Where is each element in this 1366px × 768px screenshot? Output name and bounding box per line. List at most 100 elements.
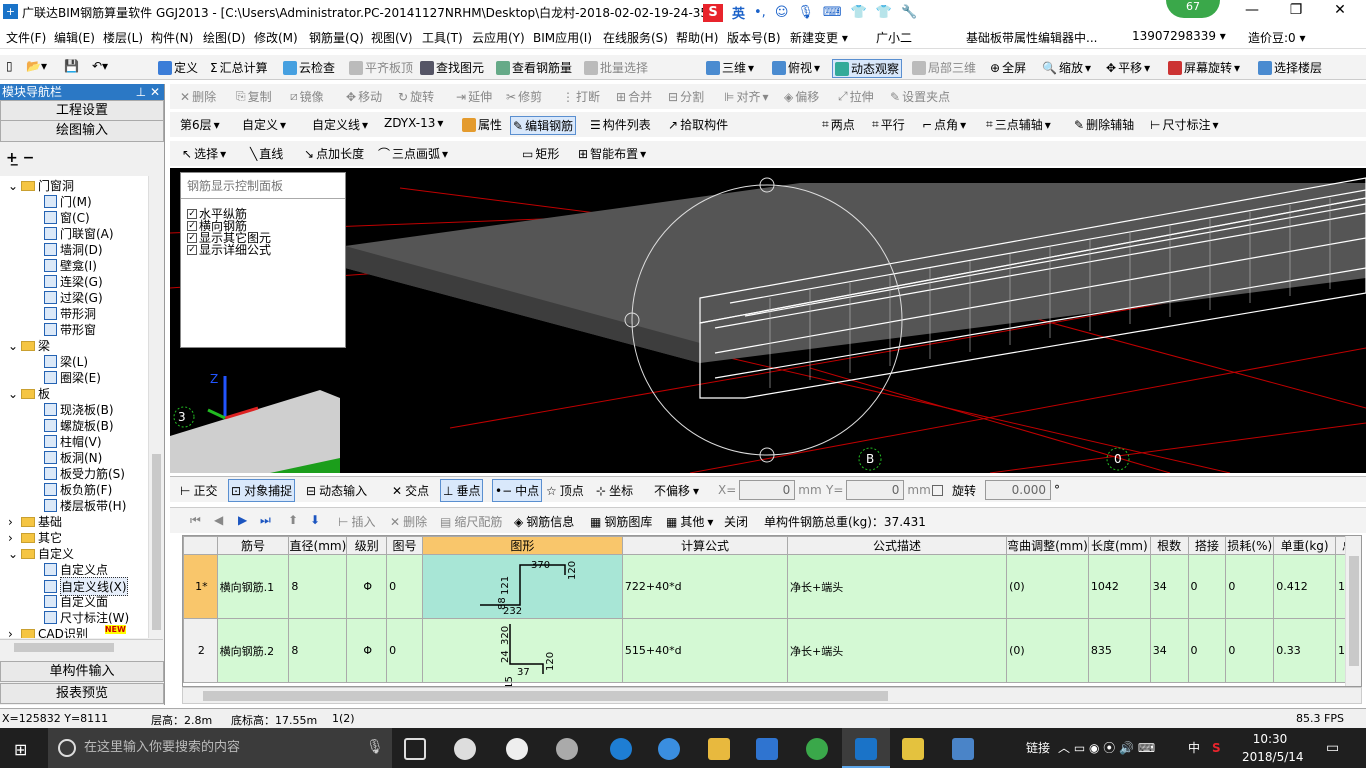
- type-select[interactable]: 自定义 ▾: [242, 116, 286, 133]
- tree-item[interactable]: 带形洞: [44, 305, 96, 322]
- expand-icon[interactable]: ›: [8, 627, 18, 639]
- line-button[interactable]: ╲ 直线: [250, 145, 283, 162]
- task-view-icon[interactable]: [404, 738, 426, 760]
- insert-row-button[interactable]: ⊢ 插入: [338, 513, 375, 530]
- nav-next-icon[interactable]: ▶: [238, 513, 247, 527]
- merge-button[interactable]: ⊞ 合并: [616, 88, 652, 105]
- cell-bar-no[interactable]: 横向钢筋.1: [216, 554, 290, 619]
- cell-formula-desc[interactable]: 净长+端头: [787, 618, 1008, 683]
- cell-length[interactable]: 835: [1087, 618, 1151, 683]
- tree-item[interactable]: 现浇板(B): [44, 401, 114, 418]
- dynamic-input-button[interactable]: ⊟ 动态输入: [306, 482, 367, 499]
- tree-folder[interactable]: ⌄ 板: [8, 385, 50, 402]
- offset-button[interactable]: ◈ 偏移: [784, 88, 819, 105]
- browser-app-icon[interactable]: [556, 738, 578, 760]
- tree-folder[interactable]: › 基础: [8, 513, 62, 530]
- menu-edit[interactable]: 编辑(E): [54, 29, 95, 46]
- project-settings-button[interactable]: 工程设置: [0, 100, 164, 121]
- tree-item[interactable]: 自定义面: [44, 593, 108, 610]
- menu-rebar-qty[interactable]: 钢筋量(Q): [309, 29, 364, 46]
- menu-cloud[interactable]: 云应用(Y): [472, 29, 525, 46]
- nav-first-icon[interactable]: ⏮: [190, 513, 201, 528]
- parallel-axis-button[interactable]: ⌗ 平行: [872, 116, 905, 133]
- move-down-icon[interactable]: ⬇: [310, 513, 320, 527]
- rotate-checkbox[interactable]: [932, 484, 943, 496]
- 3d-viewport[interactable]: Z 3 B 0: [170, 168, 1366, 473]
- align-button[interactable]: ⊫ 对齐 ▾: [724, 88, 769, 105]
- rebar-library-button[interactable]: ▦ 钢筋图库: [590, 513, 652, 530]
- fullscreen-button[interactable]: ⊕ 全屏: [990, 59, 1026, 76]
- cell-bend-adjust[interactable]: (0): [1006, 554, 1089, 619]
- tree-item[interactable]: 门(M): [44, 193, 92, 210]
- tree-item[interactable]: 楼层板带(H): [44, 497, 126, 514]
- save-icon[interactable]: 💾: [64, 59, 79, 73]
- menu-bim[interactable]: BIM应用(I): [533, 29, 592, 46]
- three-point-arc-button[interactable]: ⌒ 三点画弧 ▾: [378, 145, 448, 162]
- notifications-icon[interactable]: ▭: [1326, 728, 1339, 768]
- extend-button[interactable]: ⇥ 延伸: [456, 88, 492, 105]
- ortho-button[interactable]: ⊢ 正交: [180, 482, 217, 499]
- tree-item[interactable]: 板洞(N): [44, 449, 102, 466]
- collapse-icon[interactable]: ⌄: [8, 387, 18, 401]
- col-figure-no[interactable]: 图号: [386, 536, 423, 555]
- col-formula-desc[interactable]: 公式描述: [787, 536, 1008, 555]
- stretch-button[interactable]: ⤢ 拉伸: [838, 88, 874, 105]
- menu-version[interactable]: 版本号(B): [727, 29, 781, 46]
- rotate-input[interactable]: 0.000: [985, 480, 1052, 500]
- tree-item[interactable]: 圈梁(E): [44, 369, 101, 386]
- menu-guangxiaoer[interactable]: 广小二: [876, 29, 912, 46]
- offset-select[interactable]: 不偏移 ▾: [654, 482, 699, 499]
- expand-collapse-icons[interactable]: +̲ −: [6, 150, 34, 166]
- y-input[interactable]: 0: [846, 480, 905, 500]
- tree-item[interactable]: 壁龛(I): [44, 257, 97, 274]
- menu-file[interactable]: 文件(F): [6, 29, 46, 46]
- ime-skin-icon[interactable]: 👕: [851, 5, 867, 20]
- break-button[interactable]: ⋮ 打断: [562, 88, 600, 105]
- screen-rotate-button[interactable]: 屏幕旋转 ▾: [1168, 59, 1240, 76]
- intersection-snap-button[interactable]: ✕ 交点: [392, 482, 429, 499]
- view-rebar-qty-button[interactable]: 查看钢筋量: [496, 59, 572, 76]
- ime-voice-icon[interactable]: 🎙: [797, 5, 814, 20]
- table-row[interactable]: 2 横向钢筋.2 8 Φ 0 320 24 37 120 515+40*d 净长…: [183, 618, 1361, 683]
- ime-keyboard-icon[interactable]: ⌨: [823, 5, 842, 20]
- delete-button[interactable]: ✕ 删除: [180, 88, 216, 105]
- col-shape[interactable]: 图形: [421, 536, 623, 555]
- tree-item[interactable]: 过梁(G): [44, 289, 103, 306]
- collapse-icon[interactable]: ⌄: [8, 179, 18, 193]
- tree-folder[interactable]: › CAD识别 NEW: [8, 625, 126, 638]
- tree-item[interactable]: 柱帽(V): [44, 433, 102, 450]
- component-code-select[interactable]: ZDYX-13 ▾: [384, 116, 443, 130]
- table-vscroll[interactable]: [1345, 536, 1361, 686]
- edit-rebar-button[interactable]: ✎ 编辑钢筋: [510, 116, 577, 135]
- summary-calc-button[interactable]: Σ 汇总计算: [210, 59, 268, 76]
- cell-formula[interactable]: 722+40*d: [621, 554, 789, 619]
- score-badge[interactable]: 67: [1166, 0, 1220, 18]
- three-point-axis-button[interactable]: ⌗ 三点辅轴 ▾: [986, 116, 1051, 133]
- 360-browser-icon[interactable]: [806, 738, 828, 760]
- col-bend-adjust[interactable]: 弯曲调整(mm): [1006, 536, 1089, 555]
- collapse-icon[interactable]: ⌄: [8, 339, 18, 353]
- rotate-button[interactable]: ↻ 旋转: [398, 88, 434, 105]
- cell-unit-weight[interactable]: 0.412: [1273, 554, 1337, 619]
- tree-folder[interactable]: ⌄ 梁: [8, 337, 50, 354]
- ggj-active-task[interactable]: [842, 728, 890, 768]
- cell-loss[interactable]: 0: [1225, 554, 1275, 619]
- nav-pin-close-icon[interactable]: ⊥ ✕: [136, 84, 160, 100]
- ime-lang[interactable]: 英: [732, 3, 745, 22]
- col-length[interactable]: 长度(mm): [1087, 536, 1151, 555]
- other-menu-button[interactable]: ▦ 其他 ▾: [666, 513, 713, 530]
- select-floor-button[interactable]: 选择楼层: [1258, 59, 1322, 76]
- batch-select-button[interactable]: 批量选择: [584, 59, 648, 76]
- smart-layout-button[interactable]: ⊞ 智能布置 ▾: [578, 145, 646, 162]
- col-loss[interactable]: 损耗(%): [1225, 536, 1275, 555]
- tree-item[interactable]: 尺寸标注(W): [44, 609, 129, 626]
- ime-toolbar[interactable]: S 英 •, ☺ 🎙 ⌨ 👕 👕 🔧: [703, 3, 917, 22]
- menu-new-change[interactable]: 新建变更 ▾: [790, 29, 848, 46]
- point-length-button[interactable]: ↘ 点加长度: [304, 145, 364, 162]
- x-input[interactable]: 0: [739, 480, 796, 500]
- tray-link[interactable]: 链接: [1026, 728, 1050, 768]
- col-count[interactable]: 根数: [1149, 536, 1189, 555]
- cell-bar-no[interactable]: 横向钢筋.2: [216, 618, 290, 683]
- menu-floor[interactable]: 楼层(L): [103, 29, 143, 46]
- expand-icon[interactable]: ›: [8, 515, 18, 529]
